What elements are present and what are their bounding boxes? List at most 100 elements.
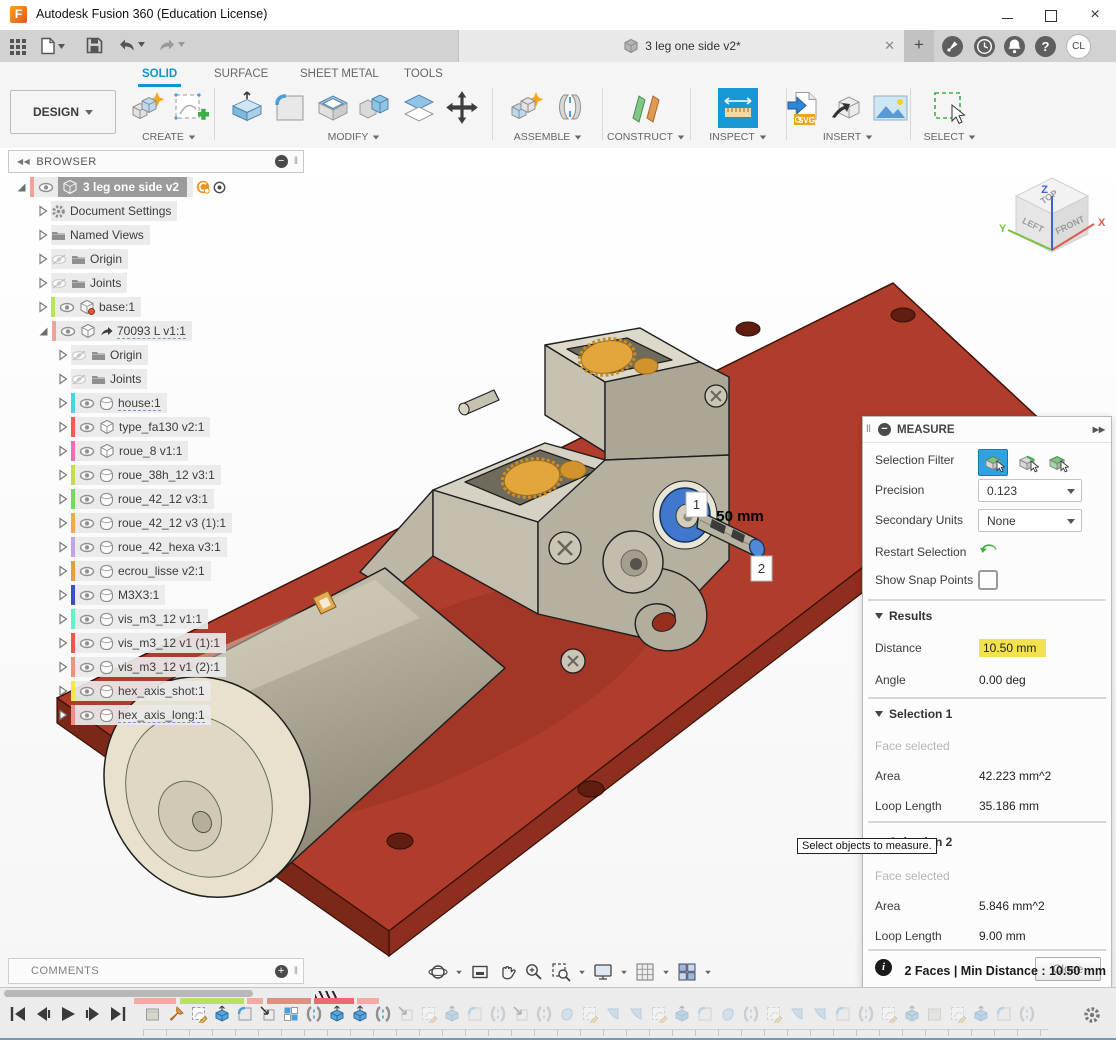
canvas-icon[interactable]: [872, 90, 910, 126]
ribbon-tab-surface[interactable]: SURFACE: [210, 64, 272, 84]
timeline-feature-extrude[interactable]: [672, 1004, 692, 1024]
skip-start-button[interactable]: [8, 1005, 28, 1023]
new-document-tab-button[interactable]: +: [904, 30, 934, 62]
timeline-feature-joint[interactable]: [488, 1004, 508, 1024]
construction-plane-icon[interactable]: [626, 90, 666, 126]
chevron-down-icon[interactable]: [456, 970, 462, 974]
timeline-settings-gear-icon[interactable]: [1082, 1005, 1102, 1030]
timeline-feature-sketch[interactable]: [649, 1004, 669, 1024]
expand-caret-icon[interactable]: [58, 469, 68, 481]
grid-settings-icon[interactable]: [635, 962, 655, 982]
browser-item-roue-42-hexa-v3-1[interactable]: roue_42_hexa v3:1: [58, 536, 227, 558]
ribbon-tab-sheet-metal[interactable]: SHEET METAL: [296, 64, 383, 84]
browser-item-3-leg-one-side-v2[interactable]: 3 leg one side v2: [16, 176, 226, 198]
visibility-eye-icon[interactable]: [71, 374, 87, 385]
expand-caret-icon[interactable]: [58, 373, 68, 385]
shell-icon[interactable]: [314, 90, 352, 126]
undo-icon[interactable]: [118, 37, 145, 52]
group-label[interactable]: MODIFY: [328, 131, 369, 143]
viewport-canvas[interactable]: 50 mm 1 2 TOP LEFT FRONT Y X Z: [0, 148, 1116, 987]
browser-item-hex-axis-shot-1[interactable]: hex_axis_shot:1: [58, 680, 211, 702]
panel-options-icon[interactable]: −: [275, 155, 288, 168]
timeline-feature-sketch[interactable]: [764, 1004, 784, 1024]
browser-item-roue-42-12-v3-1[interactable]: roue_42_12 v3:1: [58, 488, 214, 510]
document-tab-close-icon[interactable]: ✕: [884, 38, 895, 54]
measure-icon[interactable]: [718, 88, 758, 128]
chevron-down-icon[interactable]: [663, 970, 669, 974]
visibility-eye-icon[interactable]: [79, 710, 95, 721]
timeline-feature-fillet[interactable]: [833, 1004, 853, 1024]
expand-caret-icon[interactable]: [58, 541, 68, 553]
timeline-feature-extrude[interactable]: [902, 1004, 922, 1024]
insert-svg-icon[interactable]: SVG: [786, 90, 824, 126]
browser-item-roue-42-12-v3-1-1[interactable]: roue_42_12 v3 (1):1: [58, 512, 232, 534]
move-icon[interactable]: [443, 90, 481, 126]
timeline-feature-fillet[interactable]: [695, 1004, 715, 1024]
timeline-feature-sketch[interactable]: [189, 1004, 209, 1024]
visibility-eye-icon[interactable]: [60, 326, 76, 337]
expand-caret-icon[interactable]: [38, 301, 48, 313]
view-cube[interactable]: TOP LEFT FRONT Y X Z: [999, 178, 1106, 252]
joint-icon[interactable]: [551, 90, 589, 126]
visibility-eye-icon[interactable]: [79, 398, 95, 409]
browser-item-document-settings[interactable]: Document Settings: [38, 200, 177, 222]
expand-caret-icon[interactable]: [38, 253, 48, 265]
pan-icon[interactable]: [497, 962, 517, 982]
expand-caret-icon[interactable]: [58, 493, 68, 505]
timeline-feature-pattern[interactable]: [281, 1004, 301, 1024]
timeline-feature-joint[interactable]: [741, 1004, 761, 1024]
create-sketch-icon[interactable]: [172, 90, 210, 126]
look-at-icon[interactable]: [470, 962, 490, 982]
expand-caret-icon[interactable]: [38, 229, 48, 241]
timeline-feature-extrude[interactable]: [442, 1004, 462, 1024]
visibility-eye-icon[interactable]: [79, 470, 95, 481]
browser-panel-header[interactable]: ◀◀ BROWSER − ‖: [8, 150, 304, 173]
browser-item-origin[interactable]: Origin: [38, 248, 128, 270]
browser-item-roue-8-v1-1[interactable]: roue_8 v1:1: [58, 440, 188, 462]
visibility-eye-icon[interactable]: [79, 446, 95, 457]
timeline-feature-derive[interactable]: [258, 1004, 278, 1024]
panel-drag-handle[interactable]: ‖: [294, 156, 299, 167]
panel-drag-handle[interactable]: ‖: [294, 966, 299, 977]
fillet-icon[interactable]: [271, 90, 309, 126]
visibility-eye-icon[interactable]: [79, 590, 95, 601]
press-pull-icon[interactable]: [228, 90, 266, 126]
timeline-feature-extrude[interactable]: [212, 1004, 232, 1024]
new-body-icon[interactable]: [129, 90, 167, 126]
comments-panel[interactable]: COMMENTS + ‖: [8, 958, 304, 984]
visibility-eye-icon[interactable]: [59, 302, 75, 313]
timeline-feature-derive[interactable]: [396, 1004, 416, 1024]
step-forward-button[interactable]: [83, 1005, 103, 1023]
browser-item-vis-m3-12-v1-2-1[interactable]: vis_m3_12 v1 (2):1: [58, 656, 226, 678]
dialog-drag-handle[interactable]: ‖: [866, 424, 872, 435]
secondary-units-dropdown[interactable]: None: [978, 509, 1082, 532]
group-label[interactable]: INSERT: [823, 131, 861, 143]
group-label[interactable]: SELECT: [924, 131, 965, 143]
skip-end-button[interactable]: [108, 1005, 128, 1023]
timeline-feature-joint[interactable]: [304, 1004, 324, 1024]
visibility-eye-icon[interactable]: [79, 566, 95, 577]
dialog-expand-icon[interactable]: ▶▶: [1093, 425, 1105, 434]
expand-caret-icon[interactable]: [58, 445, 68, 457]
timeline-feature-fillet[interactable]: [994, 1004, 1014, 1024]
browser-item-hex-axis-long-1[interactable]: hex_axis_long:1: [58, 704, 211, 726]
browser-item-type-fa130-v2-1[interactable]: type_fa130 v2:1: [58, 416, 210, 438]
visibility-eye-icon[interactable]: [79, 494, 95, 505]
visibility-eye-icon[interactable]: [79, 614, 95, 625]
ribbon-tab-tools[interactable]: TOOLS: [400, 64, 447, 84]
visibility-eye-icon[interactable]: [51, 278, 67, 289]
extensions-icon[interactable]: [941, 35, 964, 63]
ribbon-tab-solid[interactable]: SOLID: [138, 64, 181, 87]
info-icon[interactable]: i: [875, 959, 892, 976]
expand-caret-icon[interactable]: [38, 277, 48, 289]
timeline-feature-cube[interactable]: [925, 1004, 945, 1024]
timeline-feature-sketch[interactable]: [879, 1004, 899, 1024]
browser-item-origin[interactable]: Origin: [58, 344, 148, 366]
measure-dialog-header[interactable]: ‖ − MEASURE ▶▶: [863, 417, 1111, 443]
new-component-icon[interactable]: [508, 90, 546, 126]
notifications-bell-icon[interactable]: [1003, 35, 1026, 63]
help-icon[interactable]: ?: [1034, 35, 1057, 63]
combine-icon[interactable]: [357, 90, 395, 126]
save-icon[interactable]: [86, 37, 103, 54]
maximize-button[interactable]: [1034, 0, 1068, 29]
